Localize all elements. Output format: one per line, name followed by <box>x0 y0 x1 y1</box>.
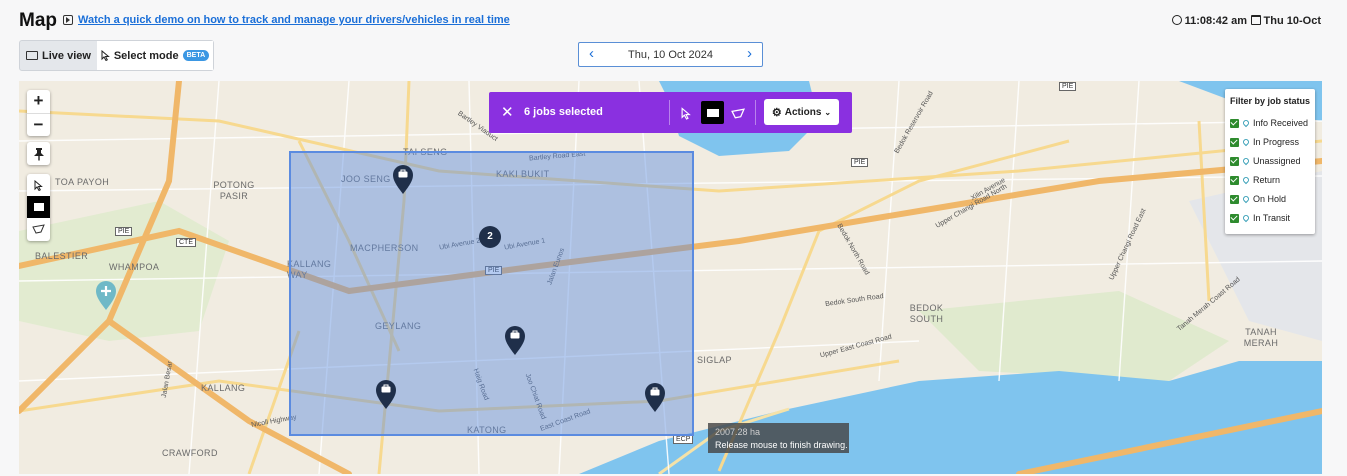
place-label: POTONG PASIR <box>213 180 255 201</box>
checkbox-checked-icon <box>1230 194 1239 204</box>
select-mode-button[interactable]: Select mode BETA <box>97 41 213 70</box>
location-pin-icon <box>1241 156 1251 166</box>
place-label: SIGLAP <box>697 355 732 365</box>
location-pin-icon <box>1241 118 1251 128</box>
marker-cluster[interactable]: 2 <box>479 226 501 248</box>
place-label: CRAWFORD <box>162 448 218 458</box>
view-mode-toggle: Live view Select mode BETA <box>19 40 214 71</box>
select-mode-label: Select mode <box>113 49 179 62</box>
chevron-right-icon[interactable]: › <box>747 46 752 62</box>
filter-item-info-received[interactable]: Info Received <box>1230 116 1308 130</box>
place-label: KALLANG <box>201 383 246 393</box>
calendar-icon <box>1250 15 1261 25</box>
location-pin-icon <box>1241 175 1251 185</box>
current-time: 11:08:42 am <box>1171 15 1247 27</box>
place-label: TOA PAYOH <box>55 177 110 187</box>
place-label: TANAH MERAH <box>1243 327 1279 348</box>
draw-tools <box>27 174 50 241</box>
filter-item-unassigned[interactable]: Unassigned <box>1230 154 1301 168</box>
zoom-control: + − <box>27 90 50 136</box>
divider <box>669 100 670 125</box>
actions-label: Actions <box>784 106 822 118</box>
page-header: Map Watch a quick demo on how to track a… <box>0 0 1347 40</box>
checkbox-checked-icon <box>1230 156 1239 166</box>
monitor-icon <box>26 51 39 60</box>
place-label: BEDOK SOUTH <box>909 303 944 324</box>
cursor-icon <box>101 50 110 61</box>
job-marker[interactable] <box>504 326 526 356</box>
filter-item-in-transit[interactable]: In Transit <box>1230 211 1290 225</box>
play-video-icon[interactable] <box>63 15 73 25</box>
expressway-shield: CTE <box>176 238 196 247</box>
place-label: BALESTIER <box>35 251 89 261</box>
filter-item-return[interactable]: Return <box>1230 173 1280 187</box>
job-status-filter: Filter by job status Info Received In Pr… <box>1225 89 1315 234</box>
gear-icon: ⚙ <box>771 106 782 119</box>
filter-item-label: In Progress <box>1253 137 1300 147</box>
expressway-shield: PIE <box>851 158 869 167</box>
filter-item-label: On Hold <box>1253 194 1287 204</box>
page-title: Map <box>19 10 57 31</box>
live-view-label: Live view <box>42 49 91 62</box>
filter-item-on-hold[interactable]: On Hold <box>1230 192 1286 206</box>
pointer-icon[interactable] <box>27 174 50 196</box>
pointer-icon[interactable] <box>677 103 695 123</box>
rectangle-select-icon[interactable] <box>27 196 50 218</box>
location-pin-icon <box>1241 137 1251 147</box>
expressway-shield: PIE <box>1059 82 1077 91</box>
drawing-hint: Release mouse to finish drawing. <box>715 440 848 450</box>
location-pin-icon <box>1241 194 1251 204</box>
expressway-shield: PIE <box>115 227 133 236</box>
current-date: Thu 10-Oct <box>1250 15 1321 27</box>
zoom-out-icon[interactable]: − <box>27 114 50 137</box>
hospital-poi-icon <box>96 281 116 310</box>
checkbox-checked-icon <box>1230 213 1239 223</box>
lasso-icon[interactable] <box>729 103 747 123</box>
location-pin-icon <box>1241 213 1251 223</box>
filter-item-label: Unassigned <box>1253 156 1301 166</box>
demo-video-link[interactable]: Watch a quick demo on how to track and m… <box>78 14 510 26</box>
time-text: 11:08:42 am <box>1184 15 1247 27</box>
job-marker[interactable] <box>375 380 397 410</box>
job-marker[interactable] <box>644 383 666 413</box>
live-view-button[interactable]: Live view <box>20 41 97 70</box>
selected-count: 6 jobs selected <box>524 106 603 118</box>
pushpin-icon[interactable] <box>27 142 50 165</box>
beta-badge: BETA <box>182 50 210 61</box>
zoom-in-icon[interactable]: + <box>27 90 50 114</box>
job-marker[interactable] <box>392 165 414 195</box>
actions-dropdown-button[interactable]: ⚙ Actions ⌄ <box>764 99 839 125</box>
date-text: Thu 10-Oct <box>1263 15 1321 27</box>
drawing-tooltip: 2007.28 ha Release mouse to finish drawi… <box>708 423 849 453</box>
place-label: WHAMPOA <box>109 262 160 272</box>
expressway-shield: ECP <box>673 435 694 444</box>
checkbox-checked-icon <box>1230 137 1239 147</box>
checkbox-checked-icon <box>1230 118 1239 128</box>
lasso-icon[interactable] <box>27 218 50 240</box>
selection-rectangle <box>289 151 694 436</box>
rectangle-select-icon[interactable] <box>701 101 724 124</box>
checkbox-checked-icon <box>1230 175 1239 185</box>
map-canvas[interactable]: TOA PAYOH POTONG PASIR BALESTIER WHAMPOA… <box>19 81 1322 474</box>
date-navigator: ‹ Thu, 10 Oct 2024 › <box>578 42 763 67</box>
filter-item-label: Return <box>1253 175 1281 185</box>
filter-item-label: In Transit <box>1253 213 1291 223</box>
selection-toolbar: ✕ 6 jobs selected ⚙ Actions ⌄ <box>489 92 852 133</box>
chevron-down-icon: ⌄ <box>824 107 832 117</box>
filter-item-in-progress[interactable]: In Progress <box>1230 135 1299 149</box>
divider <box>755 100 756 125</box>
selected-area: 2007.28 ha <box>715 427 761 437</box>
clock-icon <box>1171 15 1182 25</box>
filter-item-label: Info Received <box>1253 118 1309 128</box>
filter-title: Filter by job status <box>1230 96 1311 106</box>
close-icon[interactable]: ✕ <box>501 103 514 121</box>
selected-date: Thu, 10 Oct 2024 <box>628 49 713 61</box>
